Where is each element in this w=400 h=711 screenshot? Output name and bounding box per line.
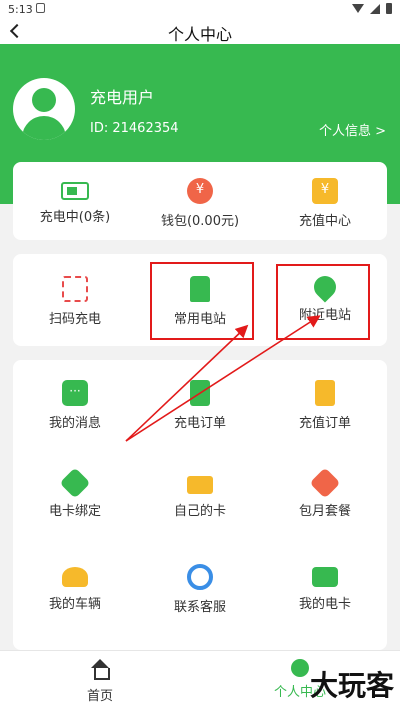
arrow-to-favorite (125, 324, 249, 442)
profile-icon (291, 659, 309, 677)
watermark: 大玩客 (309, 669, 394, 702)
home-icon (89, 659, 111, 681)
arrow-to-nearby (125, 315, 321, 442)
annotation-arrows (125, 315, 321, 442)
nav-home[interactable]: 首页 (40, 659, 160, 704)
nav-label: 首页 (86, 689, 113, 704)
